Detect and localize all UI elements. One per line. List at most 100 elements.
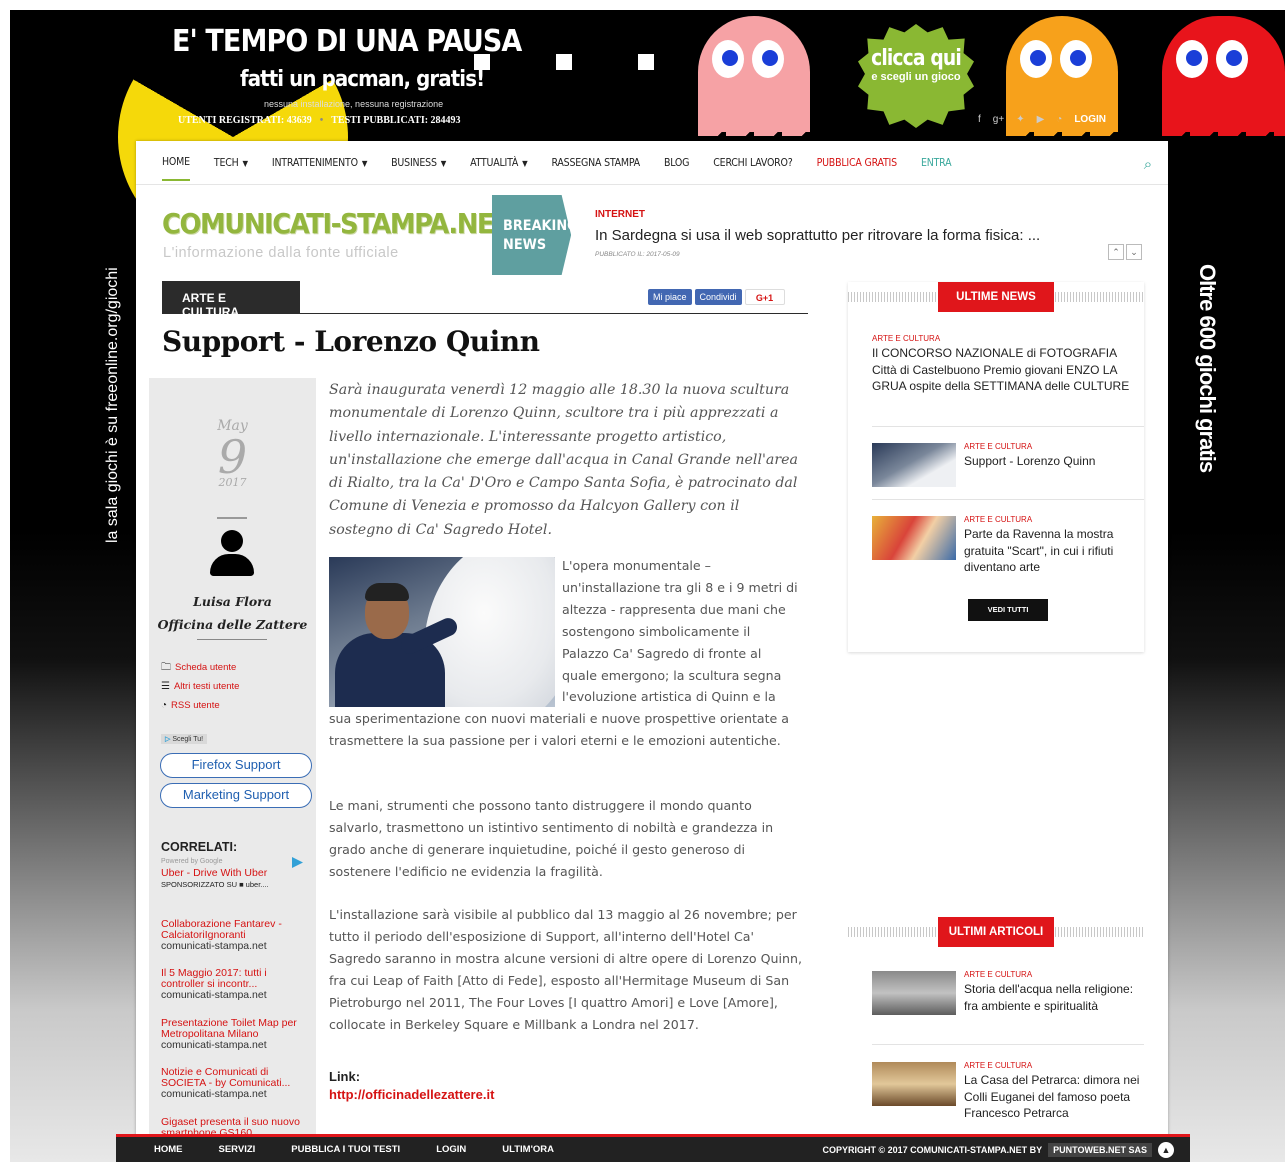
site-footer: HOME SERVIZI PUBBLICA I TUOI TESTI LOGIN… (116, 1134, 1190, 1162)
nav-item-entra[interactable]: ENTRA (921, 157, 952, 169)
footer-link-login[interactable]: LOGIN (436, 1144, 466, 1155)
folder-icon: 🗀 (161, 662, 171, 673)
breaking-date: PUBBLICATO IL: 2017-05-09 (595, 251, 680, 258)
divider (872, 426, 1144, 427)
ad-choice-label[interactable]: ▷ Scegli Tu! (161, 734, 208, 744)
ad-uber-title[interactable]: Uber - Drive With Uber (161, 867, 267, 879)
login-link[interactable]: LOGIN (1074, 114, 1106, 125)
footer-copyright: COPYRIGHT © 2017 COMUNICATI-STAMPA.NET B… (823, 1141, 1174, 1158)
article-image[interactable] (329, 557, 555, 707)
divider (197, 639, 267, 640)
article-thumbnail (872, 1062, 956, 1106)
article-para3: L'installazione sarà visibile al pubblic… (329, 907, 802, 1032)
related-item[interactable]: Notizie e Comunicati di SOCIETA - by Com… (161, 1067, 306, 1100)
googleplus-icon[interactable]: g+ (993, 114, 1004, 125)
article-para2: Le mani, strumenti che possono tanto dis… (329, 798, 774, 879)
news-thumbnail (872, 516, 956, 560)
nav-item-pubblica[interactable]: PUBBLICA GRATIS (817, 157, 898, 169)
article-item[interactable]: ARTE E CULTURA Storia dell'acqua nella re… (872, 969, 1144, 1015)
user-icon (210, 530, 254, 576)
user-links: 🗀 Scheda utente ☰ Altri testi utente ◔ RSS … (161, 658, 239, 715)
breaking-category[interactable]: INTERNET (595, 209, 645, 220)
date-year: 2017 (218, 476, 247, 489)
related-item[interactable]: Il 5 Maggio 2017: tutti i controller si … (161, 968, 306, 1001)
nav-item-home[interactable]: HOME (162, 144, 190, 181)
article-item[interactable]: ARTE E CULTURA La Casa del Petrarca: dimo… (872, 1060, 1144, 1122)
user-link-altri[interactable]: ☰ Altri testi utente (161, 677, 239, 696)
pac-dot (474, 54, 490, 70)
gplus-button[interactable]: G+1 (744, 289, 785, 305)
list-icon: ☰ (161, 681, 170, 692)
twitter-icon[interactable]: ✦ (1016, 114, 1024, 125)
author-block: Luisa Flora Officina delle Zattere (149, 590, 316, 636)
article-meta-column: May 9 2017 Luisa Flora Officina delle Za… (149, 378, 316, 1141)
youtube-icon[interactable]: ▶ (1037, 114, 1045, 125)
user-link-scheda[interactable]: 🗀 Scheda utente (161, 658, 239, 677)
footer-brand[interactable]: PUNTOWEB.NET SAS (1048, 1142, 1152, 1157)
nav-item-intrattenimento[interactable]: INTRATTENIMENTO ▼ (272, 157, 368, 169)
view-all-button[interactable]: VEDI TUTTI (968, 599, 1048, 621)
chevron-down-icon: ▼ (440, 158, 447, 168)
article-lead: Sarà inaugurata venerdì 12 maggio alle 1… (329, 382, 798, 538)
nav-item-business[interactable]: BUSINESS ▼ (391, 157, 446, 169)
site-logo[interactable]: COMUNICATI-STAMPA.NET (162, 207, 511, 240)
share-bar: Mi piace Condividi G+1 (648, 289, 785, 305)
footer-link-pubblica[interactable]: PUBBLICA I TUOI TESTI (291, 1144, 400, 1155)
ultimi-articoli-header: ULTIMI ARTICOLI (848, 917, 1144, 947)
news-item[interactable]: ARTE E CULTURA Parte da Ravenna la mostra… (872, 514, 1144, 576)
author-org: Officina delle Zattere (157, 617, 308, 632)
rss-icon: ◔ (161, 700, 168, 711)
facebook-share-button[interactable]: Condividi (694, 289, 742, 305)
masthead: COMUNICATI-STAMPA.NET L'informazione dal… (136, 185, 1168, 283)
footer-link-servizi[interactable]: SERVIZI (219, 1144, 256, 1155)
social-bar: f g+ ✦ ▶ ◔ LOGIN (978, 114, 1106, 125)
chevron-down-icon: ▼ (361, 158, 368, 168)
news-item[interactable]: ARTE E CULTURA Support - Lorenzo Quinn (872, 441, 1144, 487)
stat-texts: TESTI PUBBLICATI: 284493 (331, 115, 461, 126)
side-left-text: la sala giochi è su freeonline.org/gioch… (104, 267, 121, 543)
adchoices-icon[interactable] (292, 857, 303, 868)
divider (217, 517, 247, 519)
play-icon: ▷ (165, 736, 171, 743)
user-link-rss[interactable]: ◔ RSS utente (161, 696, 239, 715)
facebook-icon[interactable]: f (978, 114, 981, 125)
play-game-badge[interactable]: clicca qui e scegli un gioco (858, 24, 974, 128)
article-category-tab[interactable]: ARTE E CULTURA (162, 281, 300, 319)
ad-button-firefox[interactable]: Firefox Support (160, 753, 312, 778)
search-icon[interactable]: ⌕ (1144, 155, 1152, 173)
link-label: Link: (329, 1069, 361, 1084)
pac-dot (556, 54, 572, 70)
ultime-news-header: ULTIME NEWS (848, 282, 1144, 312)
arrow-up-icon[interactable]: ▲ (1158, 1141, 1174, 1158)
chevron-up-icon[interactable]: ⌃ (1108, 244, 1124, 260)
ad-button-marketing[interactable]: Marketing Support (160, 783, 312, 808)
related-item[interactable]: Presentazione Toilet Map per Metropolita… (161, 1018, 306, 1051)
rss-icon[interactable]: ◔ (1056, 114, 1062, 125)
powered-by-google: Powered by Google (161, 858, 223, 865)
nav-item-tech[interactable]: TECH ▼ (214, 157, 248, 169)
article-thumbnail (872, 971, 956, 1015)
breaking-news-label: BREAKING NEWS (492, 195, 572, 275)
related-item[interactable]: Collaborazione Fantarev - CalciatoriIgno… (161, 919, 306, 952)
site-tagline: L'informazione dalla fonte ufficiale (163, 245, 399, 261)
ad-headline: E' TEMPO DI UNA PAUSA (172, 24, 522, 59)
footer-link-home[interactable]: HOME (154, 1144, 183, 1155)
article-para1-rest: sua sperimentazione con nuovi materiali … (329, 711, 790, 748)
chevron-down-icon: ▼ (522, 158, 528, 168)
nav-item-blog[interactable]: BLOG (664, 157, 690, 169)
nav-item-attualita[interactable]: ATTUALITÀ ▼ (470, 157, 528, 169)
nav-item-lavoro[interactable]: CERCHI LAVORO? (713, 157, 793, 169)
breaking-title[interactable]: In Sardegna si usa il web soprattutto pe… (595, 227, 1040, 244)
facebook-like-button[interactable]: Mi piace (648, 289, 692, 305)
related-heading: CORRELATI: (161, 840, 238, 854)
ghost-pink (698, 16, 810, 152)
footer-link-ultimora[interactable]: ULTIM'ORA (502, 1144, 554, 1155)
ad-subheadline: fatti un pacman, gratis! (240, 67, 485, 92)
ad-uber-sub: SPONSORIZZATO SU ■ uber.... (161, 880, 269, 889)
chevron-down-icon: ▼ (242, 158, 249, 168)
chevron-down-icon[interactable]: ⌄ (1126, 244, 1142, 260)
article-link[interactable]: http://officinadellezattere.it (329, 1087, 494, 1102)
news-item[interactable]: ARTE E CULTURA Il CONCORSO NAZIONALE di F… (872, 333, 1144, 395)
nav-item-rassegna[interactable]: RASSEGNA STAMPA (551, 157, 640, 169)
footer-links: HOME SERVIZI PUBBLICA I TUOI TESTI LOGIN… (116, 1144, 590, 1155)
